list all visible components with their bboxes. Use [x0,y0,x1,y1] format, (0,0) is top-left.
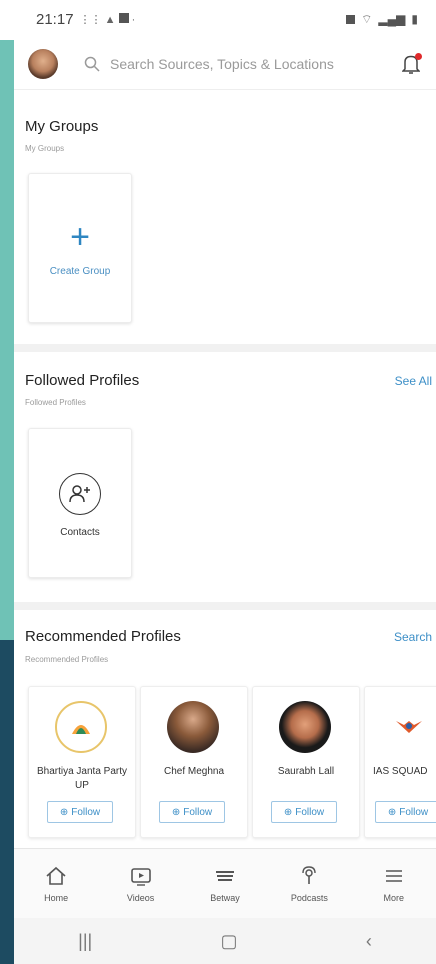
status-time: 21:17 [36,10,74,28]
status-notification-icons: ⋮⋮ ▲ · [79,12,136,26]
video-icon [129,865,153,887]
add-icon: ⊕ [387,806,397,818]
profile-card[interactable]: IAS SQUAD ⊕ Follow [364,686,436,838]
section-divider [14,602,436,610]
recent-apps-icon[interactable]: ||| [78,931,92,952]
profile-name: Chef Meghna [163,766,225,777]
contacts-card[interactable]: Contacts [28,428,132,578]
bottom-navigation: Home Videos Betway Podcasts More [14,848,436,919]
nav-label: Betway [210,893,240,903]
nav-label: Videos [126,893,155,903]
add-icon: ⊕ [171,806,181,818]
recommended-profiles-title: Recommended Profiles [25,628,181,645]
section-divider [14,344,436,352]
nav-label: Home [44,893,69,903]
background-strip-navy [0,640,14,964]
search-profiles-link[interactable]: Search [394,630,432,644]
home-icon [44,865,68,887]
nav-item-more[interactable]: More [359,865,429,903]
my-groups-subtitle: My Groups [25,144,65,153]
system-navigation-bar: ||| ▢ ‹ [14,918,436,964]
add-contact-icon [59,473,101,515]
ias-squad-logo-avatar [383,701,435,753]
notification-bell-icon[interactable] [400,52,422,75]
follow-label: Follow [399,806,429,818]
nav-item-betway[interactable]: Betway [190,865,260,903]
app-screen: 21:17 ⋮⋮ ▲ · ⌔ ▂▄▆ ▮ Search Sources, Top… [14,0,436,964]
follow-label: Follow [295,806,325,818]
see-all-link[interactable]: See All [395,374,432,388]
podcast-icon [297,865,321,887]
home-button-icon[interactable]: ▢ [221,931,238,952]
nav-label: Podcasts [290,893,328,903]
nav-item-podcasts[interactable]: Podcasts [274,865,344,903]
follow-button[interactable]: ⊕ Follow [271,801,337,823]
follow-label: Follow [183,806,213,818]
search-input[interactable]: Search Sources, Topics & Locations [84,56,400,72]
nav-item-home[interactable]: Home [21,865,91,903]
profile-avatar [167,701,219,753]
followed-profiles-subtitle: Followed Profiles [25,398,86,407]
profile-card[interactable]: Saurabh Lall ⊕ Follow [252,686,360,838]
profile-card[interactable]: Bhartiya Janta Party UP ⊕ Follow [28,686,136,838]
follow-button[interactable]: ⊕ Follow [47,801,113,823]
add-icon: ⊕ [59,806,69,818]
contacts-label: Contacts [60,527,100,538]
user-avatar[interactable] [28,48,58,79]
top-bar: Search Sources, Topics & Locations [14,38,436,90]
create-group-label: Create Group [49,266,111,277]
recommended-profiles-subtitle: Recommended Profiles [25,655,109,664]
follow-button[interactable]: ⊕ Follow [159,801,225,823]
status-system-icons: ⌔ ▂▄▆ ▮ [346,12,418,27]
search-placeholder: Search Sources, Topics & Locations [110,55,334,72]
follow-label: Follow [71,806,101,818]
followed-profiles-section: Followed Profiles See All Followed Profi… [14,352,436,602]
status-bar: 21:17 ⋮⋮ ▲ · ⌔ ▂▄▆ ▮ [14,0,436,38]
menu-icon [382,865,406,887]
plus-icon: + [70,218,90,256]
notification-dot [415,52,422,60]
create-group-card[interactable]: + Create Group [28,173,132,323]
profile-name: Bhartiya Janta Party UP [36,766,128,791]
profile-name: Saurabh Lall [277,766,335,777]
betway-icon [213,865,237,887]
nav-label: More [383,893,404,903]
search-icon [84,56,100,72]
background-strip-teal [0,40,14,640]
bjp-logo-avatar [55,701,107,753]
profile-card[interactable]: Chef Meghna ⊕ Follow [140,686,248,838]
add-icon: ⊕ [283,806,293,818]
back-icon[interactable]: ‹ [366,931,372,952]
my-groups-section: My Groups My Groups + Create Group [14,90,436,344]
followed-profiles-title: Followed Profiles [25,372,140,389]
my-groups-title: My Groups [25,118,99,135]
profile-name: IAS SQUAD [373,766,428,777]
profile-avatar [279,701,331,753]
nav-item-videos[interactable]: Videos [106,865,176,903]
follow-button[interactable]: ⊕ Follow [375,801,436,823]
